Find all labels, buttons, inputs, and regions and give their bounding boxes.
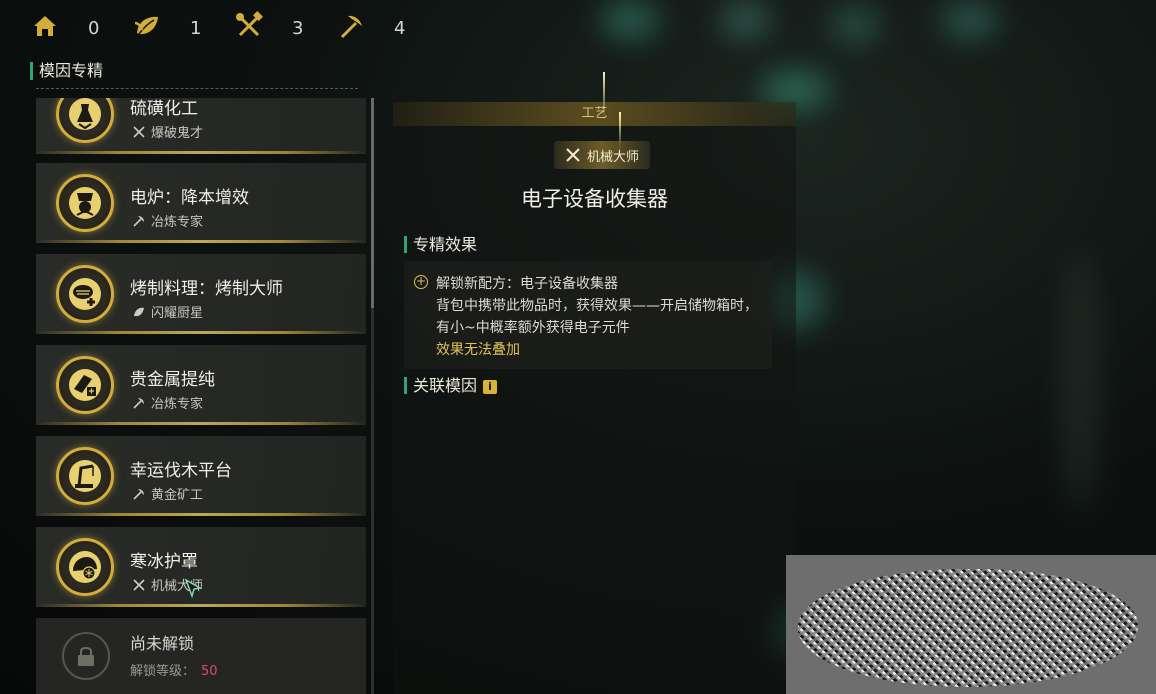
item-glow [36, 422, 366, 425]
currency-count: 0 [88, 17, 100, 39]
crossed-tools-icon [234, 11, 264, 45]
blurred-watermark [786, 555, 1156, 694]
detail-title: 电子设备收集器 [521, 187, 668, 211]
crossed-tools-icon [133, 578, 145, 591]
plus-circle-icon: + [414, 274, 428, 289]
item-sub-label: 黄金矿工 [151, 488, 204, 503]
unlock-level-label: 解锁等级： [130, 664, 196, 679]
ice-helmet-icon [69, 551, 101, 583]
item-sub-label: 闪耀厨星 [151, 306, 204, 321]
specialty-badge: 机械大师 [554, 141, 650, 169]
crossed-tools-icon [566, 148, 580, 162]
related-heading: 关联模因 i [404, 376, 498, 395]
pickaxe-icon [336, 11, 366, 45]
effect-line: 有小~中概率额外获得电子元件 [436, 320, 630, 336]
currency-tools: 3 [234, 11, 312, 45]
background-light [940, 0, 1000, 40]
effect-line: 解锁新配方：电子设备收集器 [436, 276, 618, 292]
locked-label: 尚未解锁 [130, 634, 195, 653]
item-requirement: 爆破鬼才 [132, 122, 203, 141]
effect-box: + 解锁新配方：电子设备收集器 背包中携带此物品时，获得效果——开启储物箱时， … [404, 261, 772, 369]
specialty-badge-label: 机械大师 [586, 149, 639, 165]
item-medal [56, 174, 114, 232]
item-requirement: 冶炼专家 [132, 393, 203, 412]
leaf-icon [132, 11, 162, 45]
item-glow [36, 240, 366, 243]
category-band: 工艺 [393, 102, 796, 126]
list-item-logging-platform[interactable]: 幸运伐木平台 黄金矿工 [36, 436, 366, 516]
related-heading-label: 关联模因 [413, 376, 478, 395]
scroll-thumb[interactable] [371, 98, 374, 308]
item-medal [56, 356, 114, 414]
pickaxe-icon [133, 488, 144, 500]
item-requirement: 闪耀厨星 [132, 302, 203, 321]
item-sub-label: 爆破鬼才 [151, 126, 204, 141]
spark-effect [603, 72, 605, 120]
item-name: 贵金属提纯 [130, 370, 215, 390]
crossed-tools-icon [133, 125, 145, 138]
chemical-flask-icon [69, 98, 101, 130]
grill-icon [69, 278, 101, 310]
pickaxe-icon [133, 215, 144, 227]
currency-count: 1 [190, 17, 202, 39]
list-item-sulfur[interactable]: 硫磺化工 爆破鬼才 [36, 98, 366, 154]
item-medal [56, 538, 114, 596]
background-light [720, 0, 770, 40]
watermark-noise [798, 569, 1138, 687]
item-sub-label: 冶炼专家 [151, 397, 204, 412]
currency-bar: 0 1 3 4 [30, 11, 438, 45]
currency-house: 0 [30, 11, 108, 45]
item-glow [36, 513, 366, 516]
info-icon[interactable]: i [483, 380, 498, 394]
list-scrollbar[interactable] [371, 98, 374, 694]
item-name: 硫磺化工 [130, 99, 198, 119]
detail-panel: 工艺 机械大师 电子设备收集器 专精效果 + 解锁新配方：电子设备收集器 背包中… [393, 72, 796, 694]
effect-warning: 效果无法叠加 [436, 342, 520, 358]
item-name: 电炉：降本增效 [130, 188, 249, 208]
item-name: 烤制料理：烤制大师 [130, 279, 283, 299]
item-glow [36, 331, 366, 334]
item-medal [56, 98, 114, 143]
item-requirement: 冶炼专家 [132, 211, 203, 230]
item-glow [36, 604, 366, 607]
leaf-icon [134, 307, 144, 316]
currency-count: 4 [394, 17, 406, 39]
effect-heading: 专精效果 [404, 236, 477, 253]
background-light [600, 0, 660, 40]
list-item-electric-furnace[interactable]: 电炉：降本增效 冶炼专家 [36, 163, 366, 243]
item-medal [56, 447, 114, 505]
currency-count: 3 [292, 17, 304, 39]
lock-icon [78, 647, 94, 666]
list-item-grill[interactable]: 烤制料理：烤制大师 闪耀厨星 [36, 254, 366, 334]
mouse-cursor-icon [184, 578, 203, 599]
item-medal [56, 265, 114, 323]
list-item-locked[interactable]: 尚未解锁 解锁等级： 50 [36, 618, 366, 694]
effect-line: 背包中携带此物品时，获得效果——开启储物箱时， [436, 298, 758, 314]
item-requirement: 黄金矿工 [132, 484, 203, 503]
lock-ring [62, 632, 110, 680]
unlock-level-value: 50 [201, 664, 218, 679]
item-sub-label: 冶炼专家 [151, 215, 204, 230]
furnace-icon [69, 187, 101, 219]
item-name: 幸运伐木平台 [130, 461, 232, 481]
title-divider [36, 88, 358, 89]
house-icon [30, 11, 60, 45]
panel-title: 模因专精 [30, 62, 103, 80]
meme-list[interactable]: 硫磺化工 爆破鬼才 电炉：降本增效 冶炼专家 烤制料理：烤制大师 闪耀厨星 贵金… [36, 98, 366, 694]
item-glow [36, 151, 366, 154]
currency-leaf: 1 [132, 11, 210, 45]
background-light [830, 5, 880, 45]
gold-bar-icon [69, 369, 101, 401]
pickaxe-icon [133, 397, 144, 409]
item-name: 寒冰护罩 [130, 552, 198, 572]
currency-pickaxe: 4 [336, 11, 414, 45]
unlock-level: 解锁等级： 50 [130, 660, 218, 679]
list-item-precious-metal[interactable]: 贵金属提纯 冶炼专家 [36, 345, 366, 425]
logging-crane-icon [69, 460, 101, 492]
background-light [1060, 250, 1100, 510]
